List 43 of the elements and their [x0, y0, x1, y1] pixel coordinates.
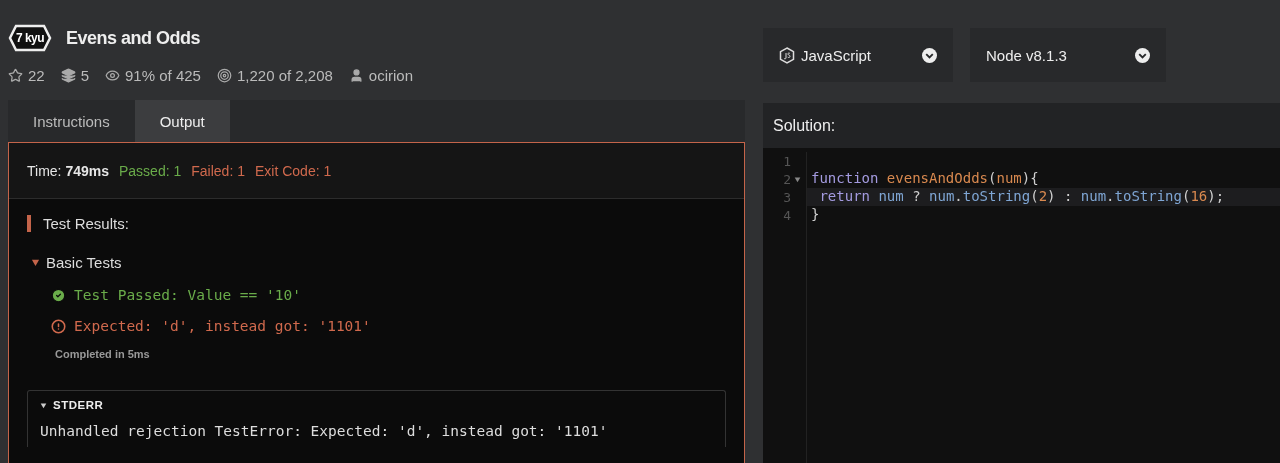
- rank-badge: 7 kyu: [8, 24, 52, 52]
- line-number: 1: [783, 153, 791, 169]
- chevron-down-icon: [1135, 47, 1150, 63]
- line-number: 2: [783, 171, 791, 187]
- group-title: Basic Tests: [46, 254, 122, 271]
- summary-text: Exit Code: 1: [254, 162, 332, 179]
- stat-text: ocirion: [368, 67, 414, 84]
- alert-circle-icon: [51, 318, 66, 334]
- tab[interactable]: Instructions: [8, 100, 135, 142]
- stat-text: 22: [28, 67, 45, 84]
- dropdown[interactable]: JavaScript: [763, 28, 953, 82]
- eye-icon: [105, 68, 121, 83]
- summary-text: Passed: 1: [118, 162, 182, 179]
- summary-text: Time: 749ms: [27, 162, 109, 179]
- line-number: 4: [783, 207, 791, 223]
- result-text: Test Passed: Value == '10': [74, 287, 301, 303]
- star-icon: [8, 68, 23, 83]
- code-line: function evensAndOdds(num){: [810, 170, 1040, 188]
- dropdown[interactable]: Node v8.1.3: [970, 28, 1166, 82]
- triangle-icon[interactable]: [31, 258, 40, 267]
- code-editor[interactable]: 1 2 3 4 function evensAndOdds(num){ return num ? num.toString(2) : num.toString(16); }: [763, 148, 1280, 463]
- triangle-icon[interactable]: [794, 175, 801, 183]
- stat-text: 1,220 of 2,208: [236, 67, 333, 84]
- hexagon-icon: [779, 46, 795, 64]
- stderr-text: Unhandled rejection TestError: Expected: 'd', instead got: '1101': [40, 423, 609, 439]
- check-circle-icon: [51, 287, 66, 303]
- code-line: }: [810, 206, 821, 224]
- completed-text: Completed in 5ms: [54, 348, 151, 360]
- line-number: 3: [783, 189, 791, 205]
- stderr-title: STDERR: [53, 399, 104, 411]
- result-text: Expected: 'd', instead got: '1101': [74, 318, 371, 334]
- summary-text: Failed: 1: [191, 162, 245, 179]
- user-icon: [348, 68, 364, 83]
- triangle-icon[interactable]: [40, 401, 47, 409]
- kata-title: Evens and Odds: [66, 27, 201, 49]
- stat-text: 5: [80, 67, 90, 84]
- layers-icon: [60, 68, 76, 83]
- target-icon: [216, 68, 232, 83]
- chevron-down-icon: [922, 47, 937, 63]
- stat-text: 91% of 425: [125, 67, 201, 84]
- solution-heading: Solution:: [763, 103, 1280, 148]
- tab[interactable]: Output: [134, 100, 230, 142]
- results-heading: Test Results:: [27, 215, 726, 232]
